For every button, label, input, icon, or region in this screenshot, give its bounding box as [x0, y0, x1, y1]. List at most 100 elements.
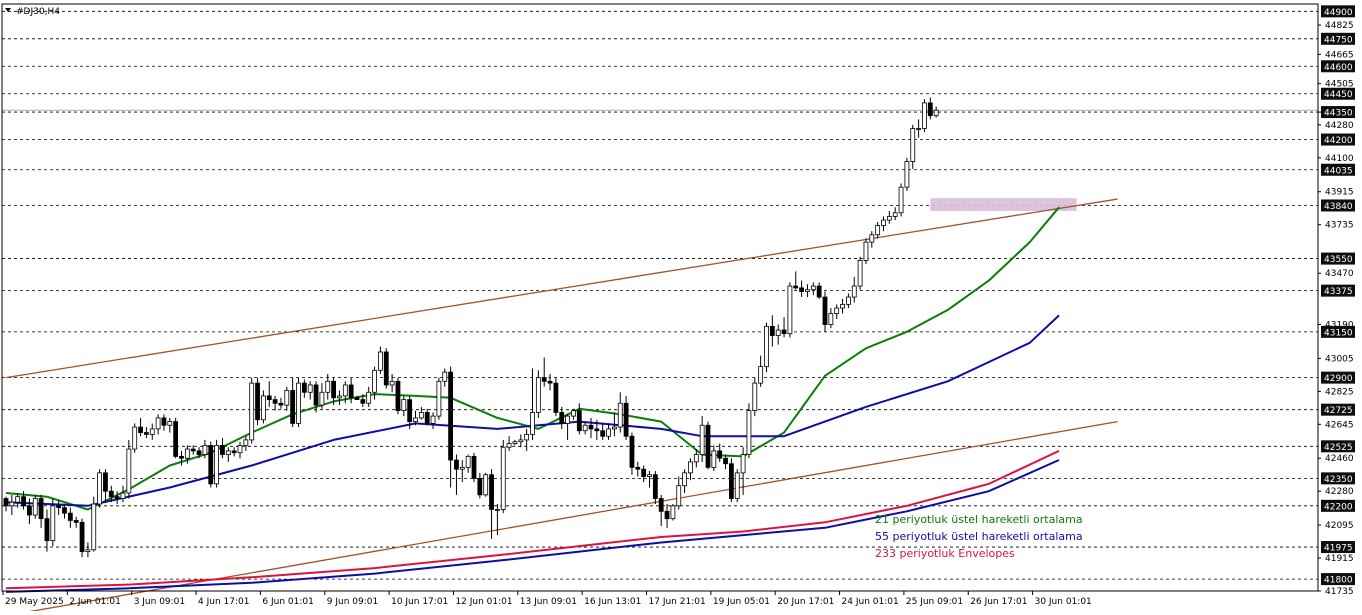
candle-body [881, 219, 886, 227]
candle [395, 377, 401, 415]
candle-body [448, 371, 454, 461]
candle [91, 496, 97, 552]
candle-body [331, 380, 337, 399]
candle-body [179, 455, 184, 459]
candle-body [559, 412, 565, 424]
price-tick-label: 43915 [1325, 188, 1354, 198]
candle-body [418, 412, 424, 419]
candle-body [32, 498, 38, 516]
chart-svg: 4482544665445054435044280441004391543735… [0, 0, 1362, 615]
level-tag: 42900 [1321, 371, 1355, 384]
candle-body [126, 448, 132, 494]
candle [553, 377, 559, 417]
candle-body [787, 285, 793, 335]
candle-body [120, 492, 126, 499]
time-tick-label: 29 May 2025 [5, 597, 64, 607]
candle-body [524, 434, 530, 441]
candle-body [553, 382, 559, 413]
level-tag-label: 44450 [1324, 90, 1353, 100]
candle-body [518, 439, 524, 443]
price-tick-label: 41915 [1325, 554, 1354, 564]
candle-body [383, 351, 389, 386]
time-tick-label: 30 Jun 01:01 [1035, 597, 1092, 607]
candle [670, 504, 676, 521]
candle-body [886, 216, 892, 221]
candle-body [26, 505, 32, 516]
time-tick-label: 25 Jun 09:01 [906, 597, 963, 607]
time-tick-label: 16 Jun 13:01 [584, 597, 641, 607]
candle-body [723, 457, 728, 465]
candle [296, 377, 301, 428]
candle-body [138, 426, 143, 433]
level-tag-label: 43150 [1324, 328, 1353, 338]
candle-body [641, 468, 647, 477]
candle-body [56, 505, 62, 509]
candle-body [682, 472, 687, 487]
candle-body [21, 496, 26, 507]
candle-body [313, 384, 319, 406]
candle-body [389, 380, 395, 386]
candle-body [635, 466, 641, 470]
candle-body [799, 287, 804, 292]
candle-body [875, 225, 881, 236]
candle-body [916, 128, 921, 130]
candle-body [752, 382, 758, 411]
candle-body [44, 518, 50, 542]
candle-body [541, 377, 547, 382]
level-tag: 43150 [1321, 325, 1355, 338]
candle-body [781, 329, 787, 335]
legend-item: 55 periyotluk üstel hareketli ortalama [875, 530, 1083, 543]
time-tick-label: 24 Jun 01:01 [842, 597, 899, 607]
candle-body [243, 439, 249, 446]
price-tick-label: 44665 [1325, 50, 1354, 60]
price-tick-label: 44280 [1325, 121, 1354, 131]
candle-body [202, 444, 208, 455]
level-tag: 43375 [1321, 284, 1355, 297]
candle-body [647, 474, 652, 477]
candle-body [266, 395, 272, 401]
candle-body [705, 424, 711, 468]
time-tick-label: 13 Jun 09:01 [520, 597, 577, 607]
legend-item: 21 periyotluk üstel hareketli ortalama [875, 513, 1083, 526]
candle [734, 469, 740, 503]
candle-body [892, 212, 898, 217]
level-tag-label: 44035 [1324, 166, 1353, 176]
level-tag: 41800 [1321, 573, 1355, 586]
candle-body [97, 472, 102, 505]
candle-body [231, 450, 237, 454]
level-tag-label: 42350 [1324, 475, 1353, 485]
level-tag-label: 44900 [1324, 8, 1353, 18]
candle-body [173, 421, 179, 457]
candle-body [372, 369, 377, 393]
candle-body [272, 399, 278, 404]
price-tick-label: 42095 [1325, 521, 1354, 531]
candle [535, 370, 541, 418]
candle-body [600, 430, 606, 437]
candle [863, 238, 869, 265]
level-tag-label: 43375 [1324, 287, 1353, 297]
time-tick-label: 3 Jun 09:01 [134, 597, 185, 607]
candle-body [149, 428, 155, 435]
level-tag-label: 42900 [1324, 374, 1353, 384]
candle-body [342, 384, 348, 397]
candle [132, 423, 138, 453]
candle-body [828, 313, 834, 325]
candle-body [489, 474, 494, 510]
level-tag: 42525 [1321, 440, 1355, 453]
candle-body [711, 450, 717, 468]
time-tick-label: 4 Jun 17:01 [198, 597, 249, 607]
candle-body [208, 444, 214, 485]
candle-body [576, 410, 582, 432]
candle-body [91, 503, 97, 551]
candle-body [547, 380, 553, 384]
candle-body [167, 421, 173, 426]
level-tag: 44750 [1321, 32, 1355, 45]
candle-body [436, 380, 442, 417]
time-tick-label: 2 Jun 01:01 [69, 597, 120, 607]
candle [97, 469, 102, 508]
level-tag-label: 44350 [1324, 109, 1353, 119]
candle [214, 439, 220, 488]
candle-body [535, 377, 541, 413]
candle-body [500, 446, 506, 510]
candle [746, 403, 752, 459]
